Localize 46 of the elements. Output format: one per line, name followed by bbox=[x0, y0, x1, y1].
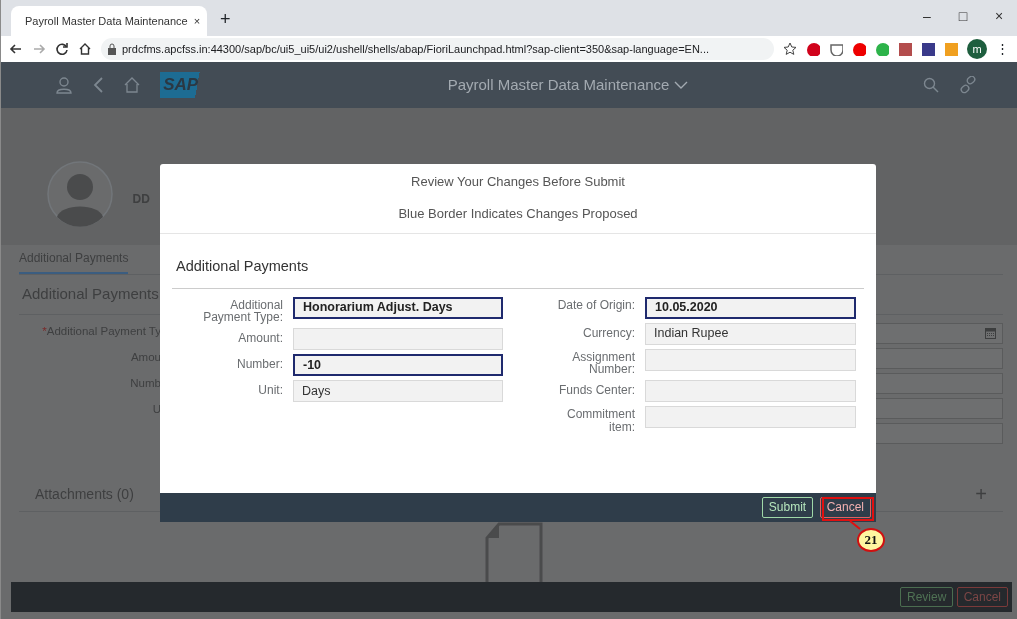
minimize-button[interactable]: – bbox=[909, 0, 945, 27]
extension-icon[interactable] bbox=[921, 42, 935, 56]
tab-title: Payroll Master Data Maintenance bbox=[25, 13, 188, 29]
profile-avatar[interactable]: m bbox=[967, 39, 987, 59]
extension-icon[interactable] bbox=[852, 42, 866, 56]
field-label: Commitment item: bbox=[566, 405, 635, 434]
avatar-placeholder bbox=[47, 161, 113, 227]
dialog-title: Review Your Changes Before Submit bbox=[410, 173, 626, 191]
input-field[interactable]: Indian Rupee bbox=[645, 322, 856, 345]
input-field[interactable]: 10.05.2020 bbox=[645, 296, 856, 319]
input-field[interactable]: Days bbox=[293, 379, 503, 402]
dialog-section-title: Additional Payments bbox=[172, 234, 864, 289]
maximize-button[interactable]: □ bbox=[945, 0, 981, 27]
tab-close-button[interactable]: × bbox=[193, 12, 201, 30]
app-title[interactable]: Payroll Master Data Maintenance bbox=[232, 73, 903, 97]
field-label: Funds Center: bbox=[557, 381, 635, 399]
input-field[interactable]: Honorarium Adjust. Days bbox=[293, 296, 503, 319]
field-label: Date of Origin: bbox=[556, 296, 635, 314]
dialog-button[interactable]: Submit bbox=[761, 497, 814, 518]
star-icon[interactable] bbox=[783, 42, 797, 56]
url-text: prdcfms.apcfss.in:44300/sap/bc/ui5_ui5/ui2/ushell/shells/abap/FioriLaunchpad.html?sap-client=350&sap-language=EN... bbox=[122, 41, 710, 57]
address-field[interactable]: prdcfms.apcfss.in:44300/sap/bc/ui5_ui5/ui2/ushell/shells/abap/FioriLaunchpad.html?sap-client=350&sap-language=EN... bbox=[101, 38, 774, 60]
field-label: Assignment Number: bbox=[571, 348, 635, 376]
input-field[interactable]: -10 bbox=[293, 353, 503, 376]
chevron-down-icon bbox=[673, 81, 688, 91]
home-icon[interactable] bbox=[78, 42, 92, 56]
field-label: Unit: bbox=[257, 381, 283, 399]
new-tab-button[interactable]: + bbox=[220, 5, 231, 33]
extension-icon[interactable] bbox=[806, 42, 820, 56]
extension-icon[interactable] bbox=[829, 42, 843, 56]
field-label: Number: bbox=[236, 355, 283, 373]
field-label: Currency: bbox=[582, 324, 635, 342]
reload-icon[interactable] bbox=[55, 42, 69, 56]
close-button[interactable]: × bbox=[981, 0, 1017, 27]
dialog-subtitle: Blue Border Indicates Changes Proposed bbox=[397, 204, 639, 223]
browser-tab[interactable]: Payroll Master Data Maintenance × bbox=[11, 6, 207, 36]
highlight-frame bbox=[822, 497, 874, 521]
field-label: Amount: bbox=[237, 329, 283, 347]
callout-number: 21 bbox=[857, 528, 885, 552]
leader-line bbox=[849, 520, 861, 530]
dialog-button[interactable]: Cancel bbox=[819, 497, 871, 518]
calendar-icon bbox=[985, 327, 996, 339]
extension-icon[interactable] bbox=[898, 42, 912, 56]
lock-icon bbox=[107, 43, 117, 55]
menu-button[interactable]: ⋮ bbox=[996, 39, 1009, 59]
back-icon[interactable] bbox=[9, 42, 23, 56]
